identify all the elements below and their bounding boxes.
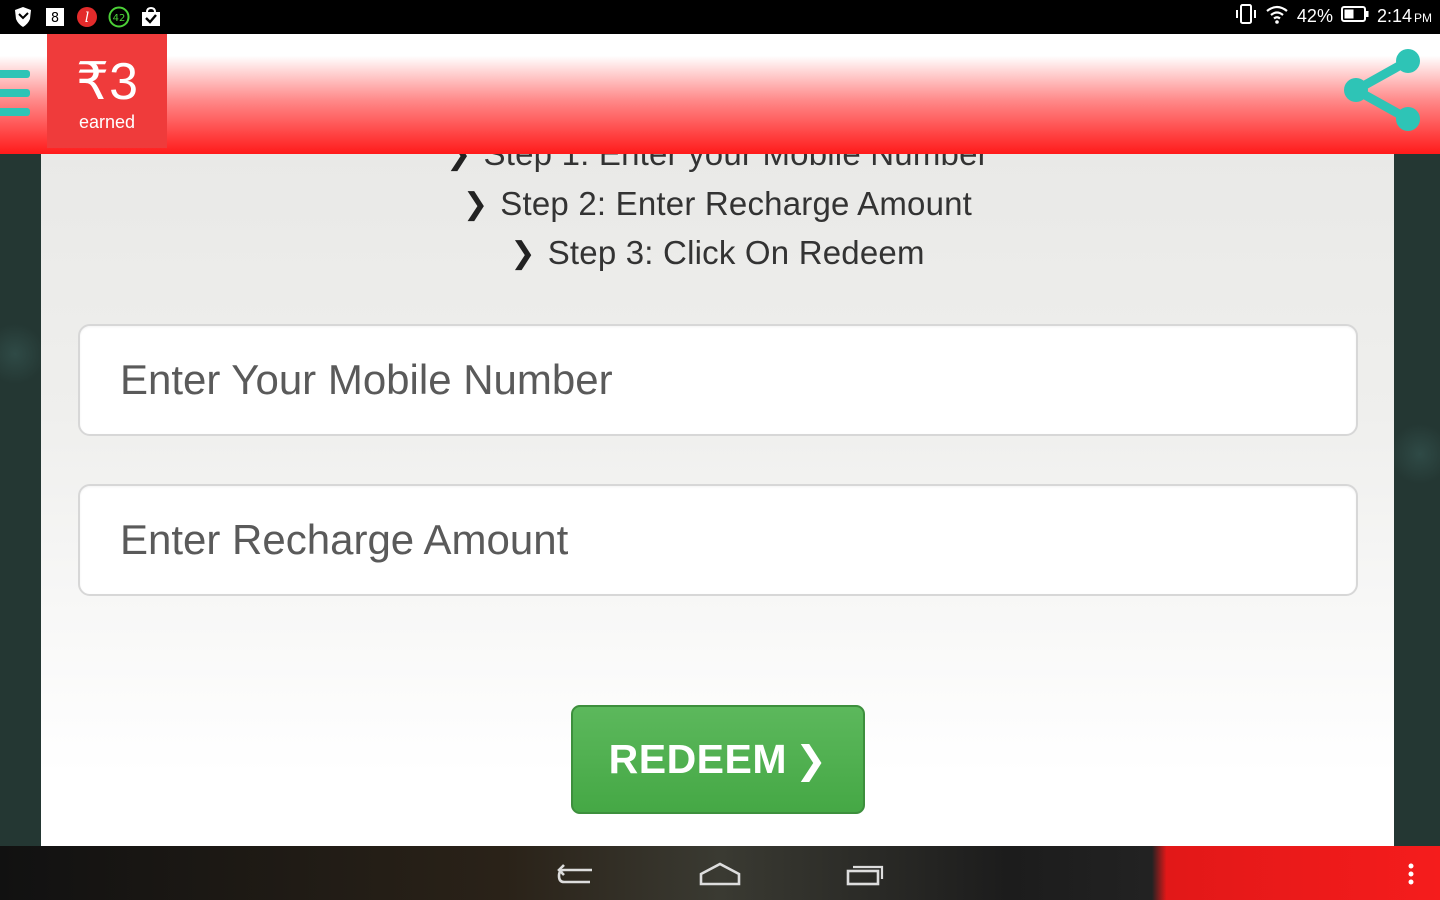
google-plus-icon: 8 — [44, 6, 66, 28]
clock-ampm: PM — [1414, 10, 1432, 25]
clock: 2:14 PM — [1377, 6, 1432, 27]
shield-icon — [12, 6, 34, 28]
chevron-right-icon: ❯ — [462, 186, 489, 222]
recharge-amount-input[interactable] — [80, 486, 1356, 594]
redeem-label: REDEEM — [608, 736, 788, 782]
overflow-menu-icon[interactable] — [1402, 858, 1420, 890]
step-item: ❯ Step 2: Enter Recharge Amount — [41, 182, 1394, 226]
battery-icon — [1340, 5, 1369, 28]
app-header: ₹3 earned — [0, 34, 1440, 154]
svg-text:l: l — [85, 10, 89, 26]
badge-count: 42 — [113, 13, 126, 24]
step-text: Step 3: Click On Redeem — [547, 234, 925, 271]
earned-amount: ₹3 — [75, 53, 138, 111]
mobile-number-input[interactable] — [80, 326, 1356, 434]
notification-icons: 8 l 42 — [12, 4, 162, 30]
chevron-right-icon: ❯ — [795, 737, 828, 782]
mobile-number-field — [78, 324, 1358, 436]
step-text: Step 2: Enter Recharge Amount — [500, 185, 973, 222]
checked-bag-icon — [140, 6, 162, 28]
recent-apps-icon[interactable] — [845, 858, 885, 890]
chevron-right-icon: ❯ — [510, 235, 536, 271]
status-bar: 8 l 42 42% 2:14 PM — [0, 0, 1440, 34]
system-navigation-bar — [0, 846, 1440, 900]
earned-label: earned — [78, 112, 136, 132]
back-icon[interactable] — [556, 858, 596, 890]
wifi-icon — [1265, 4, 1289, 29]
recharge-card: ❯ Step 1: Enter your Mobile Number ❯ Ste… — [41, 135, 1394, 846]
svg-text:8: 8 — [51, 11, 59, 26]
share-icon[interactable] — [1338, 46, 1428, 136]
badge-42-icon: 42 — [108, 6, 130, 28]
home-icon[interactable] — [698, 858, 742, 890]
recharge-amount-field — [78, 484, 1358, 596]
lenovo-icon: l — [76, 6, 98, 28]
earned-badge: ₹3 earned — [47, 34, 167, 148]
step-item: ❯ Step 3: Click On Redeem — [41, 231, 1394, 275]
redeem-button[interactable]: REDEEM ❯ — [571, 705, 865, 814]
battery-percent: 42% — [1296, 5, 1333, 26]
system-status: 42% 2:14 PM — [1235, 3, 1432, 29]
clock-time: 2:14 — [1376, 5, 1412, 26]
hamburger-menu-icon[interactable] — [0, 70, 30, 116]
vibrate-icon — [1235, 3, 1257, 29]
